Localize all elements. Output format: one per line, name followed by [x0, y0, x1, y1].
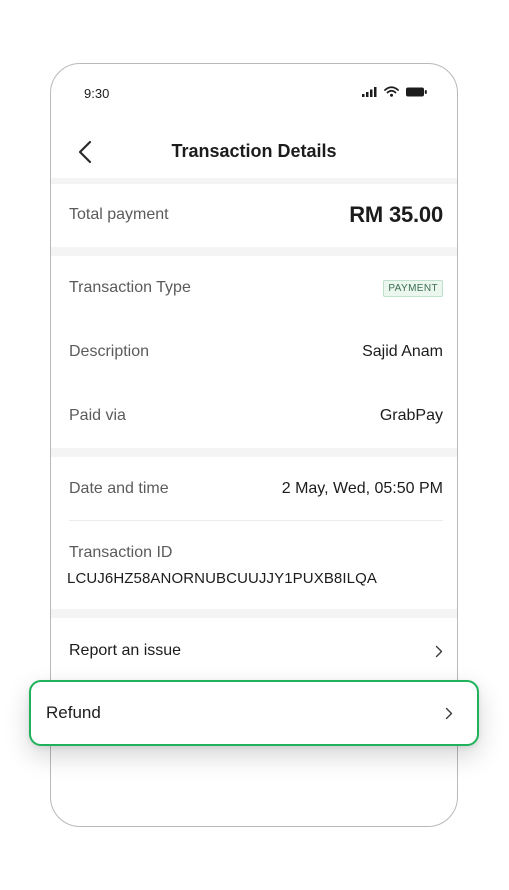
transaction-type-badge: PAYMENT	[383, 279, 443, 297]
header: Transaction Details	[51, 126, 457, 178]
total-payment-label: Total payment	[69, 206, 169, 223]
total-payment-row: Total payment RM 35.00	[69, 201, 443, 229]
status-bar: 9:30	[51, 64, 457, 122]
page-title: Transaction Details	[171, 141, 337, 161]
chevron-right-icon	[445, 707, 453, 720]
description-row: Description Sajid Anam	[69, 340, 443, 364]
transaction-type-label: Transaction Type	[69, 279, 191, 296]
wifi-icon	[384, 86, 399, 97]
status-icons	[362, 86, 427, 97]
paid-via-row: Paid via GrabPay	[69, 404, 443, 428]
section-divider	[51, 178, 457, 184]
status-time: 9:30	[84, 86, 110, 101]
row-separator	[69, 520, 443, 521]
description-label: Description	[69, 343, 150, 360]
battery-icon	[406, 87, 427, 96]
section-divider	[51, 609, 457, 618]
report-issue-label: Report an issue	[69, 642, 182, 659]
report-issue-row[interactable]: Report an issue	[69, 637, 443, 665]
transaction-id-value: LCUJ6HZ58ANORNUBCUUJJY1PUXB8ILQA	[67, 570, 377, 587]
transaction-type-row: Transaction Type PAYMENT	[69, 276, 443, 300]
transaction-id-label: Transaction ID	[69, 544, 173, 561]
signal-icon	[362, 86, 377, 97]
section-divider	[51, 448, 457, 457]
date-time-label: Date and time	[69, 480, 169, 497]
description-value: Sajid Anam	[362, 343, 443, 360]
refund-button[interactable]: Refund	[29, 680, 479, 746]
date-time-value: 2 May, Wed, 05:50 PM	[281, 480, 443, 497]
paid-via-value: GrabPay	[379, 407, 443, 424]
date-time-row: Date and time 2 May, Wed, 05:50 PM	[69, 477, 443, 501]
section-divider	[51, 247, 457, 256]
refund-label: Refund	[46, 703, 101, 722]
chevron-right-icon	[435, 645, 443, 658]
paid-via-label: Paid via	[69, 407, 126, 424]
total-payment-value: RM 35.00	[349, 202, 443, 227]
